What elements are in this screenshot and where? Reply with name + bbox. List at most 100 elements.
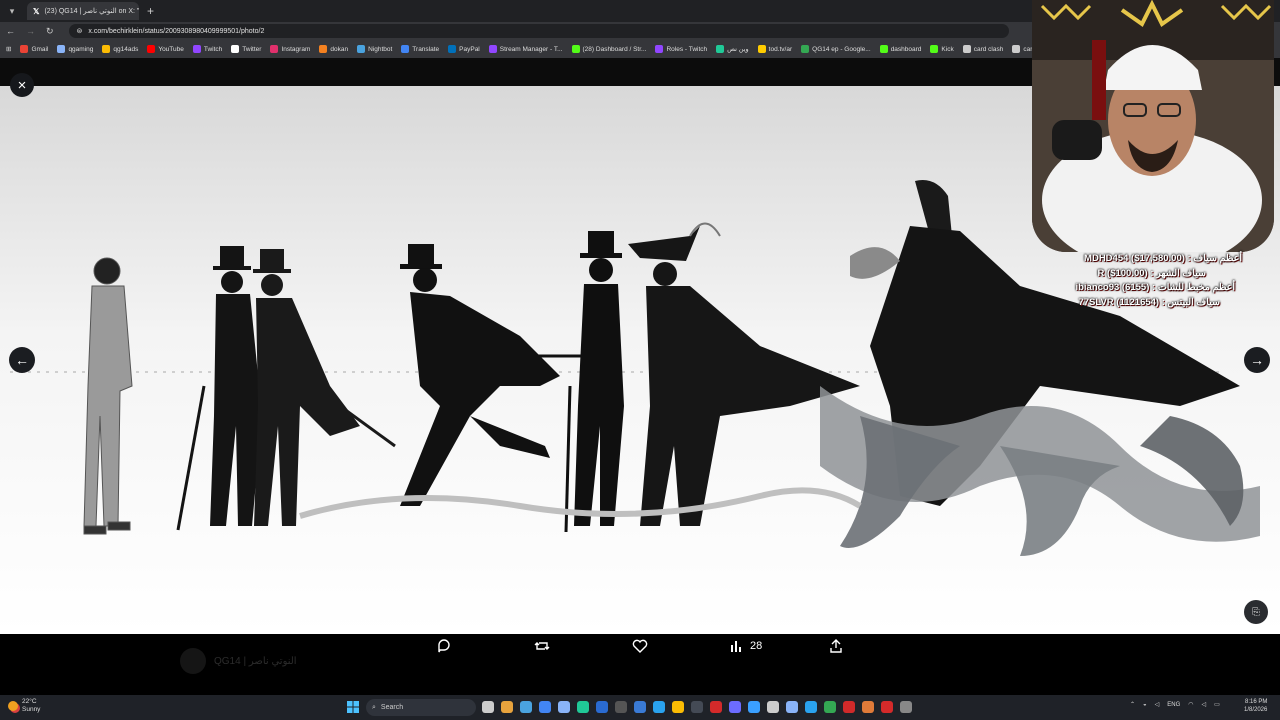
apps-grid-icon[interactable]: ⊞ [6, 45, 11, 53]
bookmark-label: YouTube [158, 45, 184, 53]
bookmark-item[interactable]: PayPal [448, 45, 480, 53]
author-name: QG14 | النوتي ناصر [214, 655, 297, 667]
tab-search-icon[interactable]: ▾ [3, 2, 21, 20]
taskbar-app-icon[interactable] [786, 701, 798, 713]
bookmark-item[interactable]: card clash [962, 45, 1003, 53]
wifi-icon[interactable]: ◠ [1188, 701, 1193, 708]
bookmark-item[interactable]: وين نص [716, 45, 749, 53]
x-logo-icon: 𝕏 [33, 6, 40, 16]
bookmark-item[interactable]: Twitch [192, 45, 222, 53]
bookmark-favicon-icon [757, 45, 766, 53]
analytics-icon [731, 641, 741, 652]
speaker-icon[interactable]: ◁ [1202, 701, 1207, 708]
next-photo-button[interactable]: → [1244, 347, 1270, 373]
bookmark-label: PayPal [459, 45, 480, 53]
bookmark-favicon-icon [231, 45, 240, 53]
bookmark-item[interactable]: dashboard [879, 45, 921, 53]
network-icon[interactable]: ◒ [1143, 702, 1147, 708]
bookmark-item[interactable]: Gmail [20, 45, 48, 53]
taskbar-app-icon[interactable] [615, 701, 627, 713]
start-button[interactable] [347, 701, 359, 715]
taskbar-app-icon[interactable] [634, 701, 646, 713]
clock-time: 8:16 PM [1245, 699, 1268, 705]
volume-icon[interactable]: ◁ [1155, 701, 1160, 708]
taskbar-app-icon[interactable] [767, 701, 779, 713]
bookmark-item[interactable]: dokan [319, 45, 348, 53]
bookmark-item[interactable]: Nightbot [357, 45, 392, 53]
views-count: 28 [750, 640, 763, 652]
taskbar-app-icon[interactable] [596, 701, 608, 713]
taskbar-clock[interactable]: 8:16 PM 1/8/2026 [1244, 698, 1267, 714]
weather-widget[interactable]: 22°C Sunny [8, 698, 40, 714]
bookmark-favicon-icon [488, 45, 497, 53]
bookmark-label: qg14ads [113, 45, 139, 53]
forward-icon[interactable]: → [26, 26, 35, 36]
taskbar-app-icon[interactable] [482, 701, 494, 713]
bookmark-item[interactable]: qg14ads [102, 45, 138, 53]
bookmark-item[interactable]: Stream Manager - T... [488, 45, 563, 53]
taskbar-app-icon[interactable] [672, 701, 684, 713]
bookmark-item[interactable]: YouTube [147, 45, 184, 53]
post-author-behind: QG14 | النوتي ناصر [180, 648, 297, 674]
clock-date: 1/8/2026 [1244, 707, 1268, 713]
taskbar-app-icon[interactable] [577, 701, 589, 713]
search-icon: ⌕ [372, 703, 376, 711]
close-photo-button[interactable]: × [10, 73, 34, 97]
repost-button[interactable] [534, 634, 550, 658]
alt-text-icon[interactable]: ⎘ [1244, 600, 1268, 624]
bookmark-favicon-icon [879, 45, 888, 53]
bookmark-item[interactable]: Kick [930, 45, 954, 53]
back-icon[interactable]: ← [6, 26, 15, 36]
taskbar-app-icon[interactable] [805, 701, 817, 713]
taskbar-app-icon[interactable] [691, 701, 703, 713]
taskbar-app-icon[interactable] [881, 701, 893, 713]
taskbar-app-icon[interactable] [862, 701, 874, 713]
windows-taskbar: 22°C Sunny ⌕ Search ⌃ ◒ ◁ ENG ◠ ◁ ▭ 8:16… [0, 695, 1280, 720]
browser-tab-active[interactable]: 𝕏 (23) QG14 | النوتي ناصر on X: "... × [27, 2, 139, 20]
new-tab-button[interactable]: + [147, 4, 154, 18]
bookmark-item[interactable]: QG14 ep - Google... [801, 45, 871, 53]
donation-line: R ($100.00) : سياف الشهر [1097, 267, 1206, 279]
address-bar[interactable]: ⊜ x.com/bechirklein/status/2009308980409… [68, 24, 1009, 38]
taskbar-search[interactable]: ⌕ Search [366, 699, 476, 716]
bookmark-item[interactable]: Instagram [270, 45, 310, 53]
reply-icon [438, 639, 450, 653]
bookmark-item[interactable]: tod.tv/ar [757, 45, 792, 53]
like-button[interactable] [632, 634, 648, 658]
bookmark-favicon-icon [930, 45, 939, 53]
streamer-webcam [1032, 0, 1274, 252]
language-indicator[interactable]: ENG [1167, 702, 1180, 708]
previous-photo-button[interactable]: ← [9, 347, 35, 373]
bookmark-item[interactable]: qgaming [57, 45, 93, 53]
bookmark-item[interactable]: Roles - Twitch [655, 45, 707, 53]
bookmark-favicon-icon [962, 45, 971, 53]
taskbar-app-icon[interactable] [653, 701, 665, 713]
taskbar-app-icon[interactable] [520, 701, 532, 713]
views-button[interactable]: 28 [730, 634, 762, 658]
bookmark-item[interactable]: Twitter [231, 45, 261, 53]
bookmark-favicon-icon [102, 45, 111, 53]
system-tray: ⌃ ◒ ◁ ENG ◠ ◁ ▭ [1130, 701, 1220, 709]
tray-chevron-icon[interactable]: ⌃ [1130, 701, 1135, 708]
bookmark-item[interactable]: (28) Dashboard / Str... [571, 45, 646, 53]
taskbar-app-icon[interactable] [539, 701, 551, 713]
bookmark-item[interactable]: Translate [401, 45, 439, 53]
sun-icon [8, 701, 18, 711]
bookmark-label: Instagram [281, 45, 311, 53]
taskbar-app-icon[interactable] [501, 701, 513, 713]
taskbar-app-icon[interactable] [710, 701, 722, 713]
taskbar-app-icon[interactable] [558, 701, 570, 713]
reload-icon[interactable]: ↻ [46, 26, 54, 37]
reply-button[interactable] [436, 634, 452, 658]
taskbar-app-icon[interactable] [748, 701, 760, 713]
bookmark-favicon-icon [147, 45, 156, 53]
site-info-icon[interactable]: ⊜ [77, 27, 83, 35]
bookmark-label: Stream Manager - T... [499, 45, 563, 53]
taskbar-app-icon[interactable] [843, 701, 855, 713]
share-button[interactable] [828, 634, 844, 658]
taskbar-app-icon[interactable] [824, 701, 836, 713]
taskbar-app-icon[interactable] [900, 701, 912, 713]
battery-icon[interactable]: ▭ [1214, 701, 1220, 708]
tab-title: (23) QG14 | النوتي ناصر on X: "... [44, 8, 139, 15]
taskbar-app-icon[interactable] [729, 701, 741, 713]
